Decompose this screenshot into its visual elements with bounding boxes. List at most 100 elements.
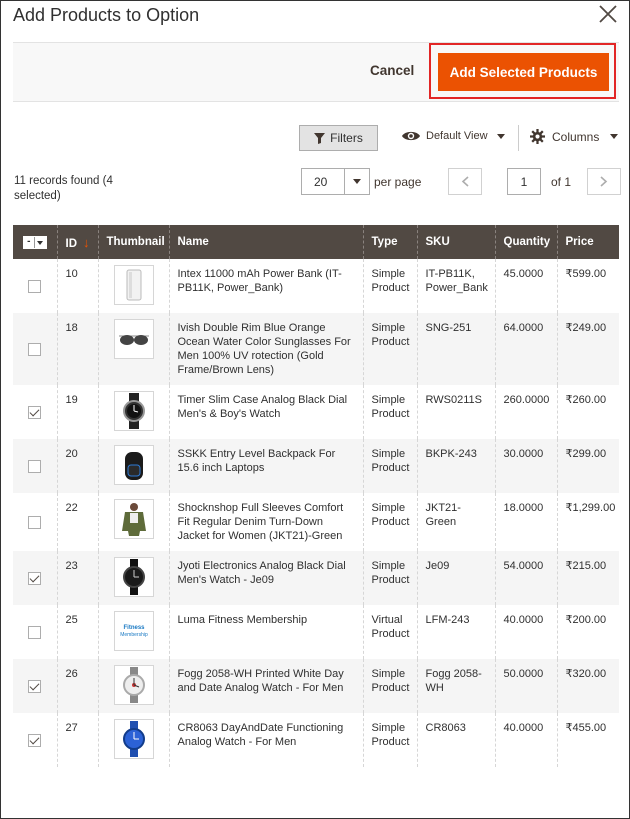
row-checkbox-cell[interactable] xyxy=(13,605,57,659)
row-checkbox-cell[interactable] xyxy=(13,313,57,385)
table-row[interactable]: 27 CR8063 DayAndDate Functioning Analog W… xyxy=(13,713,619,767)
type-cell: Simple Product xyxy=(362,713,417,767)
chevron-down-icon[interactable] xyxy=(344,169,369,194)
row-checkbox-cell[interactable] xyxy=(13,385,57,439)
sku-cell: JKT21-Green xyxy=(416,493,495,551)
fitness-membership-thumbnail-icon: Fitness Membership xyxy=(113,611,154,651)
per-page-select[interactable]: 20 xyxy=(301,168,370,195)
chevron-down-icon xyxy=(496,133,505,139)
close-icon[interactable] xyxy=(597,3,619,25)
thumbnail-cell xyxy=(97,551,169,605)
mass-action-header[interactable]: - xyxy=(13,225,57,259)
row-checkbox[interactable] xyxy=(28,279,42,293)
grid-header-row: - ID ↓ Thumbnail Name Type SKU Quantity P… xyxy=(13,225,619,259)
row-checkbox-cell[interactable] xyxy=(13,439,57,493)
page-number-input[interactable] xyxy=(507,168,541,195)
price-cell: ₹455.00 xyxy=(556,713,619,767)
chevron-down-icon xyxy=(35,237,46,248)
column-header-name[interactable]: Name xyxy=(168,225,363,259)
column-header-quantity[interactable]: Quantity xyxy=(494,225,557,259)
blue-watch-thumbnail-icon xyxy=(113,719,154,759)
row-checkbox-cell[interactable] xyxy=(13,551,57,605)
type-cell: Virtual Product xyxy=(362,605,417,659)
table-row[interactable]: 22 Shocknshop Full Sleeves Comfort Fit Re… xyxy=(13,493,619,551)
price-cell: ₹320.00 xyxy=(556,659,619,713)
sku-cell: IT-PB11K, Power_Bank xyxy=(416,259,495,313)
thumbnail-cell xyxy=(97,385,169,439)
chevron-right-icon xyxy=(600,176,608,187)
row-checkbox[interactable] xyxy=(28,405,42,419)
row-checkbox-cell[interactable] xyxy=(13,713,57,767)
id-cell: 18 xyxy=(56,313,98,385)
default-view-dropdown[interactable]: Default View xyxy=(401,129,505,143)
price-cell: ₹599.00 xyxy=(556,259,619,313)
price-cell: ₹215.00 xyxy=(556,551,619,605)
per-page-value: 20 xyxy=(314,175,328,189)
table-row[interactable]: 23 Jyoti Electronics Analog Black Dial Me… xyxy=(13,551,619,605)
backpack-thumbnail-icon xyxy=(113,445,154,485)
next-page-button[interactable] xyxy=(587,168,621,195)
row-checkbox-cell[interactable] xyxy=(13,659,57,713)
filters-label: Filters xyxy=(330,131,363,145)
sku-cell: CR8063 xyxy=(416,713,495,767)
id-cell: 22 xyxy=(56,493,98,551)
filters-button[interactable]: Filters xyxy=(299,125,378,151)
type-cell: Simple Product xyxy=(362,551,417,605)
mass-select-dropdown[interactable]: - xyxy=(22,236,47,249)
type-cell: Simple Product xyxy=(362,659,417,713)
column-header-id[interactable]: ID ↓ xyxy=(56,225,98,259)
column-header-type[interactable]: Type xyxy=(362,225,417,259)
table-row[interactable]: 18 Ivish Double Rim Blue Orange Ocean Wat… xyxy=(13,313,619,385)
row-checkbox-cell[interactable] xyxy=(13,493,57,551)
quantity-cell: 18.0000 xyxy=(494,493,557,551)
row-checkbox[interactable] xyxy=(28,571,42,585)
sku-cell: Je09 xyxy=(416,551,495,605)
id-cell: 20 xyxy=(56,439,98,493)
cancel-button[interactable]: Cancel xyxy=(370,63,414,78)
row-checkbox[interactable] xyxy=(28,625,42,639)
quantity-cell: 54.0000 xyxy=(494,551,557,605)
sku-cell: BKPK-243 xyxy=(416,439,495,493)
name-cell: Shocknshop Full Sleeves Comfort Fit Regu… xyxy=(168,493,363,551)
power-bank-thumbnail-icon xyxy=(113,265,154,305)
row-checkbox[interactable] xyxy=(28,459,42,473)
name-cell: Jyoti Electronics Analog Black Dial Men'… xyxy=(168,551,363,605)
name-cell: Ivish Double Rim Blue Orange Ocean Water… xyxy=(168,313,363,385)
records-found: 11 records found (4 selected) xyxy=(14,175,113,202)
thumbnail-cell xyxy=(97,713,169,767)
previous-page-button[interactable] xyxy=(448,168,482,195)
thumbnail-cell xyxy=(97,439,169,493)
add-selected-products-button[interactable]: Add Selected Products xyxy=(438,53,609,91)
column-header-thumbnail: Thumbnail xyxy=(97,225,169,259)
table-row[interactable]: 19 Timer Slim Case Analog Black Dial Men'… xyxy=(13,385,619,439)
row-checkbox[interactable] xyxy=(28,515,42,529)
table-row[interactable]: 25 Fitness Membership Luma Fitness Membersh… xyxy=(13,605,619,659)
sunglasses-thumbnail-icon xyxy=(113,319,154,359)
row-checkbox-cell[interactable] xyxy=(13,259,57,313)
gear-icon xyxy=(530,129,545,144)
products-grid: - ID ↓ Thumbnail Name Type SKU Quantity P… xyxy=(13,225,619,767)
chevron-left-icon xyxy=(461,176,469,187)
columns-label: Columns xyxy=(552,129,600,144)
modal-title: Add Products to Option xyxy=(13,5,200,25)
table-row[interactable]: 26 Fogg 2058-WH Printed White Day and Dat… xyxy=(13,659,619,713)
type-cell: Simple Product xyxy=(362,313,417,385)
name-cell: Fogg 2058-WH Printed White Day and Date … xyxy=(168,659,363,713)
column-header-sku[interactable]: SKU xyxy=(416,225,495,259)
id-cell: 27 xyxy=(56,713,98,767)
table-row[interactable]: 10 Intex 11000 mAh Power Bank (IT-PB11K, … xyxy=(13,259,619,313)
type-cell: Simple Product xyxy=(362,439,417,493)
row-checkbox[interactable] xyxy=(28,342,42,356)
quantity-cell: 30.0000 xyxy=(494,439,557,493)
row-checkbox[interactable] xyxy=(28,733,42,747)
column-header-price[interactable]: Price xyxy=(556,225,619,259)
id-cell: 19 xyxy=(56,385,98,439)
columns-dropdown[interactable]: Columns xyxy=(530,129,619,144)
price-cell: ₹260.00 xyxy=(556,385,619,439)
row-checkbox[interactable] xyxy=(28,679,42,693)
quantity-cell: 64.0000 xyxy=(494,313,557,385)
id-cell: 23 xyxy=(56,551,98,605)
name-cell: Luma Fitness Membership xyxy=(168,605,363,659)
watch-thumbnail-icon xyxy=(113,391,154,431)
table-row[interactable]: 20 SSKK Entry Level Backpack For 15.6 inc… xyxy=(13,439,619,493)
